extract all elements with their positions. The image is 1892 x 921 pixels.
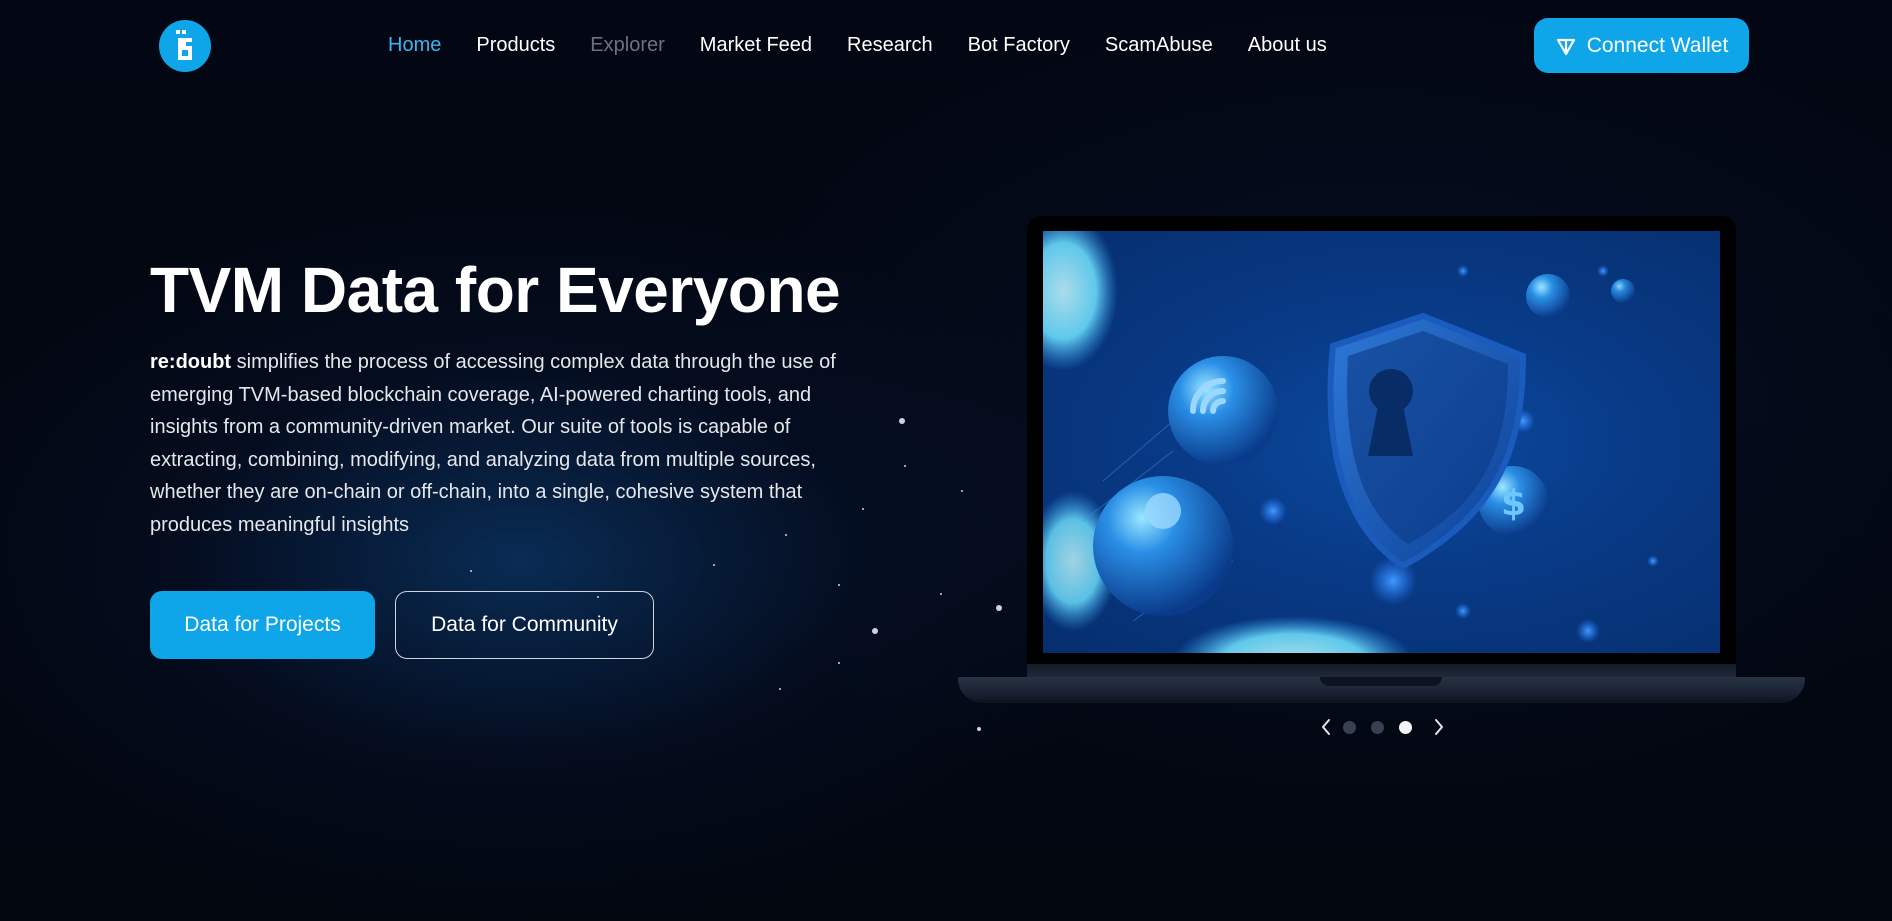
- data-for-community-button[interactable]: Data for Community: [395, 591, 654, 659]
- nav-item-home[interactable]: Home: [388, 30, 441, 60]
- main-nav: Home Products Explorer Market Feed Research B…: [388, 30, 1362, 60]
- nav-item-research[interactable]: Research: [847, 30, 933, 60]
- background-star: [996, 605, 1002, 611]
- laptop-notch: [1320, 677, 1442, 686]
- nav-item-market-feed[interactable]: Market Feed: [700, 30, 812, 60]
- background-star: [899, 418, 905, 424]
- site-header: Home Products Explorer Market Feed Research B…: [0, 0, 1892, 90]
- hero-description: re:doubt simplifies the process of acces…: [150, 346, 870, 541]
- chevron-left-icon[interactable]: [1316, 714, 1336, 740]
- logo-icon[interactable]: [159, 20, 211, 72]
- background-star: [904, 465, 906, 467]
- carousel-controls: [1316, 714, 1449, 740]
- nav-item-scamabuse[interactable]: ScamAbuse: [1105, 30, 1213, 60]
- ton-icon: [1556, 38, 1575, 55]
- background-star: [872, 628, 878, 634]
- connect-wallet-label: Connect Wallet: [1586, 33, 1729, 57]
- svg-text:$: $: [1501, 483, 1526, 524]
- background-star: [961, 490, 963, 492]
- connect-wallet-button[interactable]: Connect Wallet: [1534, 18, 1749, 73]
- landing-page: Home Products Explorer Market Feed Research B…: [0, 0, 1892, 921]
- carousel-dot[interactable]: [1343, 721, 1356, 734]
- brand-name: re:doubt: [150, 351, 232, 373]
- laptop-hinge: [1027, 664, 1736, 678]
- background-star: [470, 570, 472, 572]
- background-star: [977, 727, 981, 731]
- nav-item-products[interactable]: Products: [476, 30, 555, 60]
- background-star: [838, 584, 840, 586]
- carousel-dot[interactable]: [1399, 721, 1412, 734]
- carousel-dot[interactable]: [1371, 721, 1384, 734]
- nav-item-bot-factory[interactable]: Bot Factory: [968, 30, 1070, 60]
- laptop-screen-illustration: $: [1043, 231, 1720, 653]
- background-star: [838, 662, 840, 664]
- hero-title: TVM Data for Everyone: [150, 254, 841, 326]
- background-star: [940, 593, 942, 595]
- chevron-right-icon[interactable]: [1429, 714, 1449, 740]
- logo-glyph: [176, 30, 192, 60]
- nav-item-explorer[interactable]: Explorer: [590, 30, 664, 60]
- data-for-projects-button[interactable]: Data for Projects: [150, 591, 375, 659]
- background-star: [779, 688, 781, 690]
- security-illustration: $: [1043, 231, 1659, 653]
- hero-description-text: simplifies the process of accessing comp…: [150, 351, 836, 536]
- nav-item-about-us[interactable]: About us: [1248, 30, 1327, 60]
- background-star: [713, 564, 715, 566]
